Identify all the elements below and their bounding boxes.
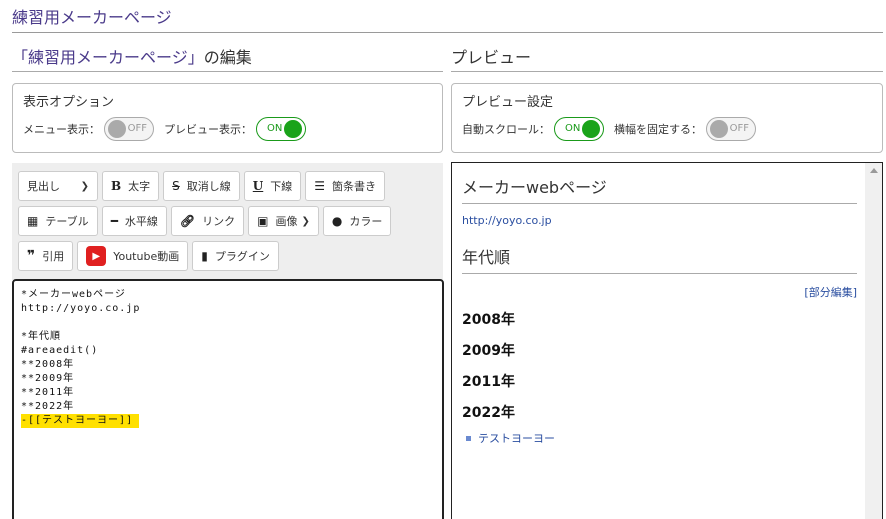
- preview-year-heading: 2011年: [462, 374, 515, 390]
- image-icon: ▣: [257, 214, 269, 228]
- editor-line: http://yoyo.co.jp: [21, 303, 141, 314]
- display-options-box: 表示オプション メニュー表示： OFF プレビュー表示： ON: [12, 83, 443, 153]
- toggle-knob: [710, 120, 728, 138]
- preview-display-label: プレビュー表示：: [164, 123, 252, 136]
- bold-icon: B: [111, 179, 122, 193]
- autoscroll-label: 自動スクロール：: [462, 123, 550, 136]
- menu-display-toggle[interactable]: OFF: [104, 117, 154, 141]
- preview-list-item[interactable]: テストヨーヨー: [462, 430, 857, 446]
- plugin-button[interactable]: ▮ プラグイン: [192, 241, 279, 271]
- underline-label: 下線: [270, 180, 293, 193]
- underline-icon: U: [252, 179, 264, 193]
- strike-label: 取消し線: [186, 180, 231, 193]
- edit-title-close-quote: 」: [187, 48, 204, 67]
- toggle-state: ON: [267, 123, 283, 134]
- editor-line: **2009年: [21, 373, 75, 384]
- editor-line: *年代順: [21, 331, 62, 342]
- toggle-state: OFF: [127, 123, 147, 134]
- bold-button[interactable]: B 太字: [102, 171, 160, 201]
- editor-line: *メーカーwebページ: [21, 289, 126, 300]
- color-button[interactable]: ● カラー: [322, 206, 392, 236]
- partial-edit-link[interactable]: [部分編集]: [462, 284, 857, 300]
- youtube-button[interactable]: ▶ Youtube動画: [77, 241, 189, 271]
- preview-settings-box: プレビュー設定 自動スクロール： ON 横幅を固定する： OFF: [451, 83, 883, 153]
- editor-line: **2011年: [21, 387, 75, 398]
- bullet-icon: [466, 435, 471, 441]
- page-title: 練習用メーカーページ: [12, 6, 883, 33]
- toggle-state: ON: [565, 123, 581, 134]
- scroll-up-icon: [870, 168, 878, 173]
- horizontal-rule-icon: ━: [110, 214, 118, 228]
- edit-title-name: 練習用メーカーページ: [28, 48, 188, 67]
- color-label: カラー: [349, 215, 383, 228]
- link-label: リンク: [202, 215, 236, 228]
- edit-title-open-quote: 「: [12, 48, 29, 67]
- image-button[interactable]: ▣ 画像 ❯: [248, 206, 319, 236]
- list-button[interactable]: ☰ 箇条書き: [305, 171, 386, 201]
- preview-url-link[interactable]: http://yoyo.co.jp: [462, 214, 857, 227]
- preview-pane: メーカーwebページ http://yoyo.co.jp 年代順 [部分編集] …: [451, 162, 883, 519]
- list-label: 箇条書き: [332, 180, 377, 193]
- quote-icon: ❞: [27, 248, 36, 264]
- link-icon: 🔗︎: [179, 214, 196, 228]
- heading-select[interactable]: 見出し ❯: [18, 171, 98, 201]
- strike-button[interactable]: S 取消し線: [163, 171, 240, 201]
- table-label: テーブル: [45, 215, 89, 228]
- bold-label: 太字: [128, 180, 151, 193]
- heading-select-label: 見出し: [27, 180, 60, 193]
- plugin-label: プラグイン: [214, 250, 270, 263]
- editor-line-highlighted: -[[テストヨーヨー]]: [21, 414, 140, 428]
- quote-label: 引用: [42, 250, 65, 263]
- table-button[interactable]: ▦ テーブル: [18, 206, 98, 236]
- youtube-icon: ▶: [86, 246, 107, 266]
- palette-icon: ●: [331, 214, 343, 228]
- menu-display-label: メニュー表示：: [23, 123, 100, 136]
- plug-icon: ▮: [201, 249, 208, 263]
- table-icon: ▦: [27, 214, 39, 228]
- chevron-down-icon: ❯: [301, 215, 310, 227]
- link-button[interactable]: 🔗︎ リンク: [170, 206, 245, 236]
- edit-title-suffix: の編集: [203, 48, 252, 67]
- preview-list-item-label: テストヨーヨー: [478, 432, 555, 445]
- toggle-knob: [582, 120, 600, 138]
- editor-line: **2008年: [21, 359, 75, 370]
- preview-heading-1: メーカーwebページ: [462, 177, 857, 204]
- preview-year-heading: 2022年: [462, 405, 515, 421]
- toggle-knob: [284, 120, 302, 138]
- preview-settings-heading: プレビュー設定: [462, 95, 554, 110]
- editor-toolbar: 見出し ❯ B 太字 S 取消し線 U 下線 ☰ 箇条書き ▦ テーブル ━ 水…: [12, 163, 443, 280]
- list-icon: ☰: [314, 179, 326, 193]
- editor-line: **2022年: [21, 401, 75, 412]
- toggle-state: OFF: [729, 123, 749, 134]
- fixwidth-label: 横幅を固定する：: [614, 123, 702, 136]
- chevron-down-icon: ❯: [80, 180, 89, 192]
- preview-display-toggle[interactable]: ON: [256, 117, 306, 141]
- preview-year-heading: 2009年: [462, 343, 515, 359]
- preview-heading-2: 年代順: [462, 247, 857, 274]
- preview-scrollbar[interactable]: [865, 163, 882, 519]
- hr-label: 水平線: [124, 215, 158, 228]
- wiki-editor-textarea[interactable]: *メーカーwebページ http://yoyo.co.jp *年代順 #area…: [12, 279, 444, 519]
- toggle-knob: [108, 120, 126, 138]
- edit-title: 「練習用メーカーページ」の編集: [12, 46, 443, 72]
- preview-year-heading: 2008年: [462, 312, 515, 328]
- youtube-label: Youtube動画: [113, 250, 180, 263]
- fixwidth-toggle[interactable]: OFF: [706, 117, 756, 141]
- editor-line: #areaedit(): [21, 345, 99, 356]
- display-options-heading: 表示オプション: [23, 95, 115, 110]
- quote-button[interactable]: ❞ 引用: [18, 241, 74, 271]
- underline-button[interactable]: U 下線: [243, 171, 302, 201]
- autoscroll-toggle[interactable]: ON: [554, 117, 604, 141]
- image-label: 画像: [275, 215, 298, 228]
- preview-title: プレビュー: [451, 46, 883, 72]
- strikethrough-icon: S: [172, 179, 180, 193]
- hr-button[interactable]: ━ 水平線: [101, 206, 167, 236]
